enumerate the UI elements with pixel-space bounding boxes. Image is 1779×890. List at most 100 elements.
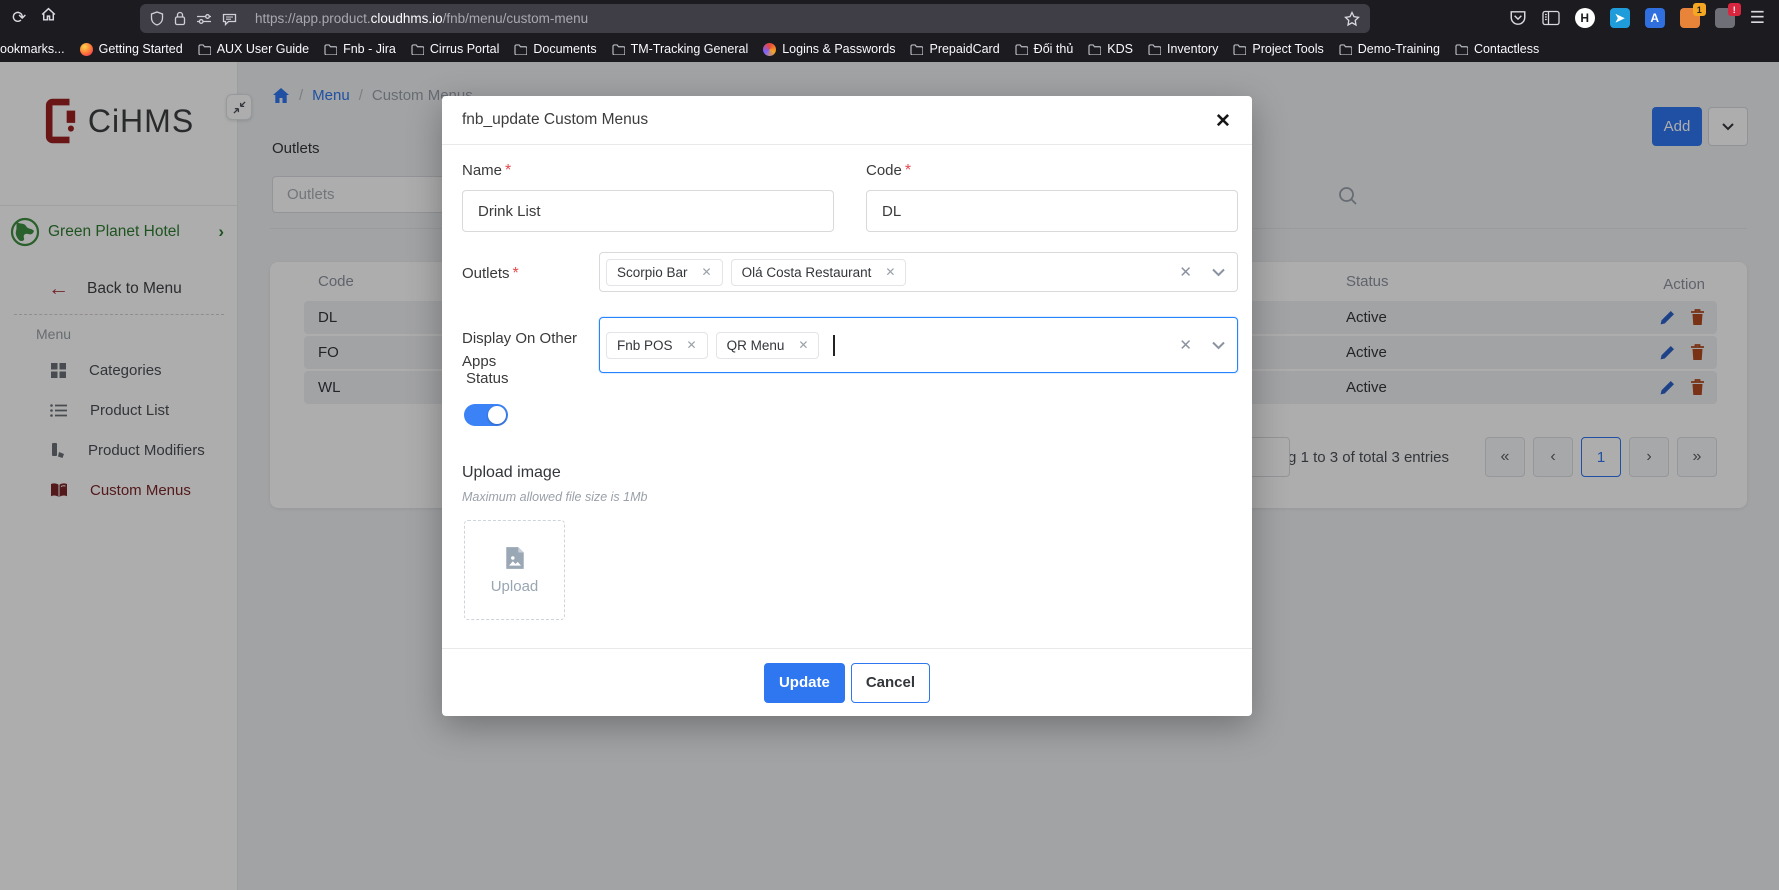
bookmark-item[interactable]: PrepaidCard <box>910 42 999 56</box>
code-label: Code <box>866 162 902 179</box>
bookmark-item[interactable]: AUX User Guide <box>198 42 309 56</box>
passwords-icon <box>763 43 776 56</box>
outlet-tag: Olá Costa Restaurant ✕ <box>731 259 907 286</box>
cancel-button[interactable]: Cancel <box>851 663 930 703</box>
url-bar[interactable]: https://app.product.cloudhms.io/fnb/menu… <box>140 4 1370 33</box>
folder-icon <box>324 44 337 55</box>
bookmark-item[interactable]: ookmarks... <box>0 42 65 56</box>
extension-send-icon[interactable]: ➤ <box>1610 8 1630 28</box>
upload-label: Upload <box>491 578 539 595</box>
extension-warning-icon[interactable]: ! <box>1715 8 1735 28</box>
pocket-icon[interactable] <box>1509 9 1527 27</box>
reload-icon[interactable]: ⟳ <box>12 7 26 29</box>
bookmark-item[interactable]: Documents <box>514 42 596 56</box>
bookmark-label: KDS <box>1107 42 1133 56</box>
modal-header: fnb_update Custom Menus ✕ <box>442 96 1252 145</box>
folder-icon <box>1015 44 1028 55</box>
name-input[interactable] <box>462 190 834 232</box>
upload-file-icon <box>504 546 526 570</box>
modal-footer: Update Cancel <box>442 648 1252 716</box>
bookmark-item[interactable]: Project Tools <box>1233 42 1323 56</box>
permissions-icon[interactable] <box>196 13 212 25</box>
bookmark-label: ookmarks... <box>0 42 65 56</box>
clear-icon[interactable]: ✕ <box>1179 336 1192 354</box>
bookmark-star-icon[interactable] <box>1344 11 1360 27</box>
bookmark-item[interactable]: Đối thủ <box>1015 42 1074 56</box>
bookmark-item[interactable]: KDS <box>1088 42 1133 56</box>
tag-label: QR Menu <box>727 338 785 353</box>
toggle-knob <box>488 406 506 424</box>
bookmark-label: Đối thủ <box>1034 42 1074 56</box>
bookmark-item[interactable]: Contactless <box>1455 42 1539 56</box>
text-cursor <box>833 335 835 356</box>
browser-chrome: ⟳ https://app.product.cloudhms.io/fnb/me… <box>0 0 1779 62</box>
update-button[interactable]: Update <box>764 663 845 703</box>
app-tag: Fnb POS ✕ <box>606 332 708 359</box>
bookmark-label: Logins & Passwords <box>782 42 895 56</box>
folder-icon <box>514 44 527 55</box>
bookmark-item[interactable]: TM-Tracking General <box>612 42 749 56</box>
folder-icon <box>1148 44 1161 55</box>
name-label: Name <box>462 162 502 179</box>
bookmark-item[interactable]: Logins & Passwords <box>763 42 895 56</box>
browser-toolbar: ⟳ https://app.product.cloudhms.io/fnb/me… <box>0 0 1779 36</box>
tag-label: Olá Costa Restaurant <box>742 265 872 280</box>
folder-icon <box>910 44 923 55</box>
display-apps-label: Display On OtherApps <box>462 330 577 370</box>
folder-icon <box>1455 44 1468 55</box>
bookmark-label: Documents <box>533 42 596 56</box>
bookmark-label: Getting Started <box>99 42 183 56</box>
bookmarks-bar: ookmarks... Getting Started AUX User Guide… <box>0 36 1779 62</box>
chevron-down-icon[interactable] <box>1212 341 1225 350</box>
bookmark-item[interactable]: Cirrus Portal <box>411 42 499 56</box>
status-label: Status <box>466 370 509 387</box>
screen: ⟳ https://app.product.cloudhms.io/fnb/me… <box>0 0 1779 890</box>
outlets-select[interactable]: Scorpio Bar ✕ Olá Costa Restaurant ✕ ✕ <box>599 252 1238 292</box>
folder-icon <box>1233 44 1246 55</box>
tag-remove-icon[interactable]: ✕ <box>798 338 808 352</box>
extension-puzzle-icon[interactable]: 1 <box>1680 8 1700 28</box>
folder-icon <box>612 44 625 55</box>
display-apps-select[interactable]: Fnb POS ✕ QR Menu ✕ ✕ <box>599 317 1238 373</box>
warning-badge: ! <box>1728 3 1741 16</box>
bookmark-label: Fnb - Jira <box>343 42 396 56</box>
tracking-shield-icon[interactable] <box>150 11 164 26</box>
app-tag: QR Menu ✕ <box>716 332 820 359</box>
tag-label: Scorpio Bar <box>617 265 688 280</box>
bookmark-label: PrepaidCard <box>929 42 999 56</box>
bookmark-item[interactable]: Demo-Training <box>1339 42 1440 56</box>
firefox-icon <box>80 43 93 56</box>
upload-hint: Maximum allowed file size is 1Mb <box>462 490 647 504</box>
translate-icon[interactable]: A <box>1645 8 1665 28</box>
upload-heading: Upload image <box>462 464 561 482</box>
tag-label: Fnb POS <box>617 338 673 353</box>
feedback-icon[interactable] <box>222 12 237 26</box>
outlets-label: Outlets <box>462 265 510 282</box>
modal-title: fnb_update Custom Menus <box>462 111 648 129</box>
folder-icon <box>411 44 424 55</box>
hamburger-menu-icon[interactable]: ☰ <box>1750 8 1765 28</box>
account-avatar[interactable]: H <box>1575 8 1595 28</box>
bookmark-item[interactable]: Fnb - Jira <box>324 42 396 56</box>
bookmark-label: Cirrus Portal <box>430 42 499 56</box>
folder-icon <box>1088 44 1101 55</box>
bookmark-label: AUX User Guide <box>217 42 309 56</box>
chevron-down-icon[interactable] <box>1212 268 1225 277</box>
tag-remove-icon[interactable]: ✕ <box>702 265 712 279</box>
tag-remove-icon[interactable]: ✕ <box>687 338 697 352</box>
home-icon[interactable] <box>40 6 57 29</box>
close-icon: ✕ <box>1215 110 1231 133</box>
tag-remove-icon[interactable]: ✕ <box>885 265 895 279</box>
bookmark-item[interactable]: Getting Started <box>80 42 183 56</box>
bookmark-item[interactable]: Inventory <box>1148 42 1218 56</box>
modal-close-button[interactable]: ✕ <box>1210 108 1236 134</box>
extension-badge: 1 <box>1693 3 1706 16</box>
clear-icon[interactable]: ✕ <box>1179 263 1192 281</box>
status-toggle[interactable] <box>464 404 508 426</box>
lock-icon[interactable] <box>174 11 186 26</box>
update-custom-menus-modal: fnb_update Custom Menus ✕ Name* Code* Ou… <box>442 96 1252 716</box>
upload-dropzone[interactable]: Upload <box>464 520 565 620</box>
url-text[interactable]: https://app.product.cloudhms.io/fnb/menu… <box>255 11 1334 26</box>
sidebar-toggle-icon[interactable] <box>1542 10 1560 26</box>
code-input[interactable] <box>866 190 1238 232</box>
